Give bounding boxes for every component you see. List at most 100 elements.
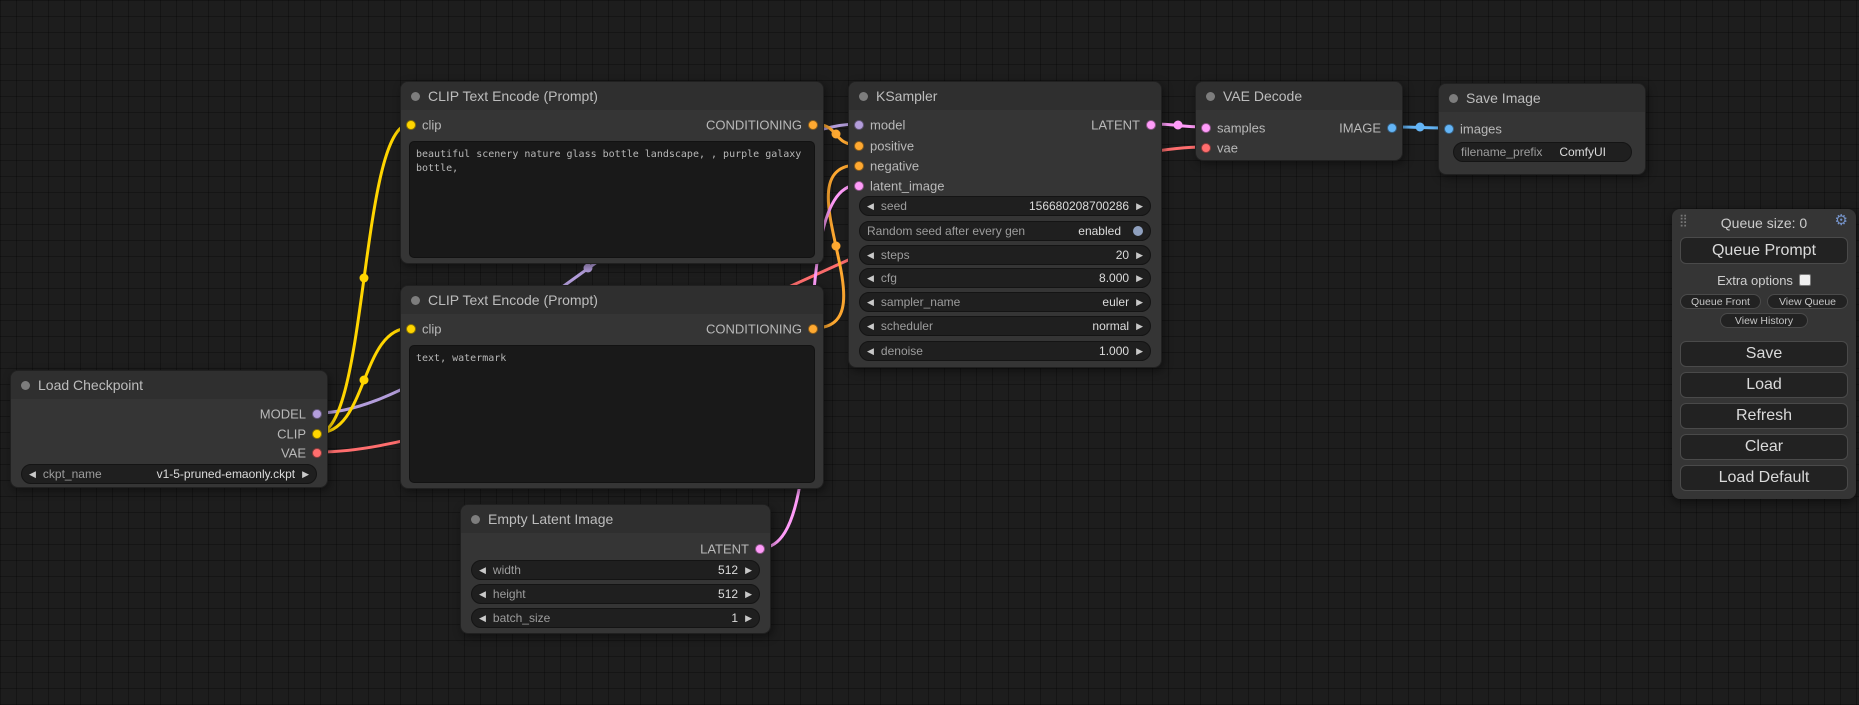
load-default-button[interactable]: Load Default: [1680, 465, 1848, 491]
denoise-widget[interactable]: ◀ denoise 1.000 ▶: [859, 341, 1151, 361]
collapse-dot-icon[interactable]: [471, 515, 480, 524]
settings-gear-icon[interactable]: ⚙: [1835, 213, 1848, 228]
slot-row: latent_image: [849, 176, 1161, 196]
input-port-negative[interactable]: [854, 161, 864, 171]
queue-menu-panel: ⣿ Queue size: 0 ⚙ Queue Prompt Extra opt…: [1672, 209, 1856, 499]
widget-label: seed: [881, 199, 907, 213]
collapse-dot-icon[interactable]: [859, 92, 868, 101]
load-button[interactable]: Load: [1680, 372, 1848, 398]
batch-size-widget[interactable]: ◀ batch_size 1 ▶: [471, 608, 760, 628]
view-queue-button[interactable]: View Queue: [1767, 294, 1848, 309]
slot-label-samples: samples: [1217, 121, 1265, 136]
output-port-vae[interactable]: [312, 448, 322, 458]
node-clip-text-encode-positive[interactable]: CLIP Text Encode (Prompt) clip CONDITION…: [400, 81, 824, 264]
queue-front-button[interactable]: Queue Front: [1680, 294, 1761, 309]
node-ksampler[interactable]: KSampler model LATENT positive negative …: [848, 81, 1162, 368]
height-widget[interactable]: ◀ height 512 ▶: [471, 584, 760, 604]
output-port-clip[interactable]: [312, 429, 322, 439]
widget-label: steps: [881, 248, 910, 262]
extra-options-label: Extra options: [1717, 273, 1793, 288]
width-widget[interactable]: ◀ width 512 ▶: [471, 560, 760, 580]
node-header[interactable]: CLIP Text Encode (Prompt): [401, 286, 823, 314]
increment-arrow-icon[interactable]: ▶: [745, 566, 752, 575]
decrement-arrow-icon[interactable]: ◀: [29, 470, 36, 479]
slot-label-clip: CLIP: [277, 427, 306, 442]
increment-arrow-icon[interactable]: ▶: [1136, 251, 1143, 260]
refresh-button[interactable]: Refresh: [1680, 403, 1848, 429]
queue-prompt-button[interactable]: Queue Prompt: [1680, 237, 1848, 264]
seed-widget[interactable]: ◀ seed 156680208700286 ▶: [859, 196, 1151, 216]
decrement-arrow-icon[interactable]: ◀: [479, 614, 486, 623]
output-port-conditioning[interactable]: [808, 120, 818, 130]
filename-prefix-widget[interactable]: filename_prefix ComfyUI: [1453, 142, 1632, 162]
cfg-widget[interactable]: ◀ cfg 8.000 ▶: [859, 268, 1151, 288]
node-header[interactable]: CLIP Text Encode (Prompt): [401, 82, 823, 110]
view-history-button[interactable]: View History: [1720, 313, 1808, 328]
output-port-conditioning[interactable]: [808, 324, 818, 334]
collapse-dot-icon[interactable]: [411, 296, 420, 305]
node-graph-canvas[interactable]: Load Checkpoint MODEL CLIP VAE ◀ ckpt_na…: [0, 0, 1859, 705]
steps-widget[interactable]: ◀ steps 20 ▶: [859, 245, 1151, 265]
clear-button[interactable]: Clear: [1680, 434, 1848, 460]
increment-arrow-icon[interactable]: ▶: [745, 614, 752, 623]
output-port-image[interactable]: [1387, 123, 1397, 133]
input-port-model[interactable]: [854, 120, 864, 130]
node-empty-latent-image[interactable]: Empty Latent Image LATENT ◀ width 512 ▶ …: [460, 504, 771, 634]
decrement-arrow-icon[interactable]: ◀: [867, 347, 874, 356]
widget-label: Random seed after every gen: [867, 224, 1025, 238]
increment-arrow-icon[interactable]: ▶: [745, 590, 752, 599]
node-vae-decode[interactable]: VAE Decode samples IMAGE vae: [1195, 81, 1403, 161]
decrement-arrow-icon[interactable]: ◀: [867, 322, 874, 331]
input-port-images[interactable]: [1444, 124, 1454, 134]
widget-label: batch_size: [493, 611, 550, 625]
node-title: VAE Decode: [1223, 88, 1302, 104]
input-port-clip[interactable]: [406, 120, 416, 130]
input-port-clip[interactable]: [406, 324, 416, 334]
output-port-latent[interactable]: [755, 544, 765, 554]
input-port-latent-image[interactable]: [854, 181, 864, 191]
collapse-dot-icon[interactable]: [21, 381, 30, 390]
decrement-arrow-icon[interactable]: ◀: [479, 590, 486, 599]
sampler-name-widget[interactable]: ◀ sampler_name euler ▶: [859, 292, 1151, 312]
node-header[interactable]: Empty Latent Image: [461, 505, 770, 533]
collapse-dot-icon[interactable]: [1449, 94, 1458, 103]
output-port-latent[interactable]: [1146, 120, 1156, 130]
node-clip-text-encode-negative[interactable]: CLIP Text Encode (Prompt) clip CONDITION…: [400, 285, 824, 489]
slot-row: positive: [849, 136, 1161, 156]
increment-arrow-icon[interactable]: ▶: [1136, 298, 1143, 307]
collapse-dot-icon[interactable]: [411, 92, 420, 101]
node-header[interactable]: KSampler: [849, 82, 1161, 110]
increment-arrow-icon[interactable]: ▶: [1136, 202, 1143, 211]
decrement-arrow-icon[interactable]: ◀: [867, 251, 874, 260]
save-button[interactable]: Save: [1680, 341, 1848, 367]
decrement-arrow-icon[interactable]: ◀: [479, 566, 486, 575]
prompt-text-input[interactable]: text, watermark: [409, 345, 815, 483]
input-port-vae[interactable]: [1201, 143, 1211, 153]
node-header[interactable]: Load Checkpoint: [11, 371, 327, 399]
node-title: Load Checkpoint: [38, 377, 143, 393]
prompt-text-input[interactable]: beautiful scenery nature glass bottle la…: [409, 141, 815, 258]
node-header[interactable]: VAE Decode: [1196, 82, 1402, 110]
scheduler-widget[interactable]: ◀ scheduler normal ▶: [859, 316, 1151, 336]
input-port-positive[interactable]: [854, 141, 864, 151]
node-header[interactable]: Save Image: [1439, 84, 1645, 112]
random-seed-toggle-widget[interactable]: Random seed after every gen enabled: [859, 221, 1151, 241]
slot-row: images: [1439, 119, 1645, 139]
extra-options-checkbox[interactable]: [1799, 274, 1811, 286]
increment-arrow-icon[interactable]: ▶: [1136, 322, 1143, 331]
input-port-samples[interactable]: [1201, 123, 1211, 133]
decrement-arrow-icon[interactable]: ◀: [867, 202, 874, 211]
node-save-image[interactable]: Save Image images filename_prefix ComfyU…: [1438, 83, 1646, 175]
increment-arrow-icon[interactable]: ▶: [302, 470, 309, 479]
decrement-arrow-icon[interactable]: ◀: [867, 298, 874, 307]
collapse-dot-icon[interactable]: [1206, 92, 1215, 101]
output-port-model[interactable]: [312, 409, 322, 419]
queue-size-label: Queue size: 0: [1672, 215, 1856, 231]
increment-arrow-icon[interactable]: ▶: [1136, 274, 1143, 283]
decrement-arrow-icon[interactable]: ◀: [867, 274, 874, 283]
widget-label: height: [493, 587, 526, 601]
toggle-on-indicator-icon[interactable]: [1133, 226, 1143, 236]
increment-arrow-icon[interactable]: ▶: [1136, 347, 1143, 356]
node-load-checkpoint[interactable]: Load Checkpoint MODEL CLIP VAE ◀ ckpt_na…: [10, 370, 328, 488]
ckpt-name-widget[interactable]: ◀ ckpt_name v1-5-pruned-emaonly.ckpt ▶: [21, 464, 317, 484]
